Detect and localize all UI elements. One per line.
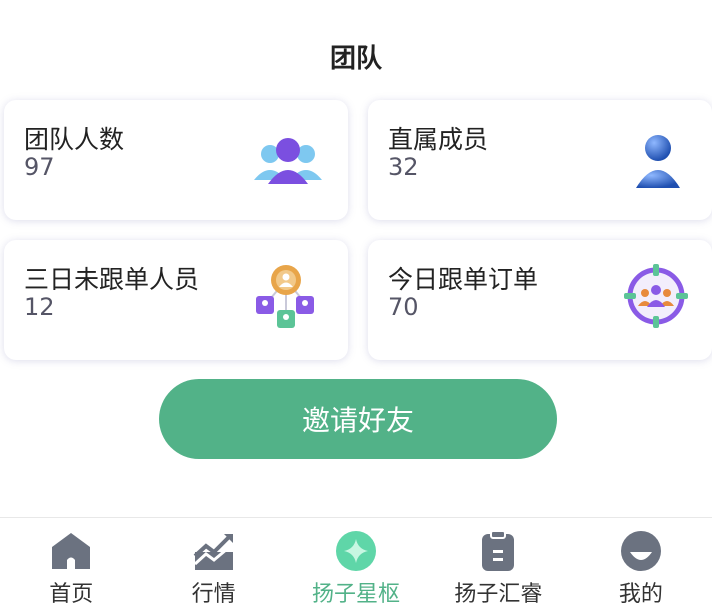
clipboard-icon — [482, 530, 515, 571]
tab-label: 首页 — [49, 582, 94, 607]
stat-card-direct-members[interactable]: 直属成员 32 — [368, 100, 712, 220]
tab-yangzi-xingshu[interactable]: 扬子星枢 — [285, 518, 427, 608]
stat-card-inactive-three-days[interactable]: 三日未跟单人员 12 — [4, 240, 348, 360]
stat-label: 三日未跟单人员 — [24, 265, 200, 294]
tab-home[interactable]: 首页 — [0, 518, 142, 608]
tab-yangzi-huirui[interactable]: 扬子汇睿 — [427, 518, 569, 608]
tab-label: 扬子汇睿 — [454, 582, 543, 607]
stat-label: 直属成员 — [388, 125, 489, 154]
tab-label: 我的 — [618, 582, 663, 607]
inactive-members-icon — [256, 265, 314, 328]
stat-label: 今日跟单订单 — [388, 265, 539, 294]
team-members-icon — [254, 138, 322, 184]
stat-card-today-orders[interactable]: 今日跟单订单 70 — [368, 240, 712, 360]
stat-value: 32 — [388, 153, 419, 181]
stat-value: 12 — [24, 293, 55, 321]
page-title: 团队 — [329, 44, 382, 74]
market-chart-icon — [193, 534, 234, 570]
bottom-tab-bar: 首页 行情 扬子星枢 扬子汇睿 我的 — [0, 517, 712, 608]
profile-icon — [620, 531, 661, 571]
stat-value: 70 — [388, 293, 419, 321]
stat-label: 团队人数 — [24, 125, 125, 154]
tab-label: 扬子星枢 — [312, 582, 401, 607]
tab-profile[interactable]: 我的 — [570, 518, 712, 608]
invite-friends-button[interactable]: 邀请好友 — [159, 379, 557, 459]
home-icon — [52, 533, 91, 569]
stat-card-team-size[interactable]: 团队人数 97 — [4, 100, 348, 220]
stat-value: 97 — [24, 153, 55, 181]
target-orders-icon — [624, 264, 688, 328]
star-icon — [336, 531, 377, 571]
direct-member-icon — [636, 135, 680, 188]
tab-label: 行情 — [191, 582, 236, 607]
tab-market[interactable]: 行情 — [142, 518, 284, 608]
